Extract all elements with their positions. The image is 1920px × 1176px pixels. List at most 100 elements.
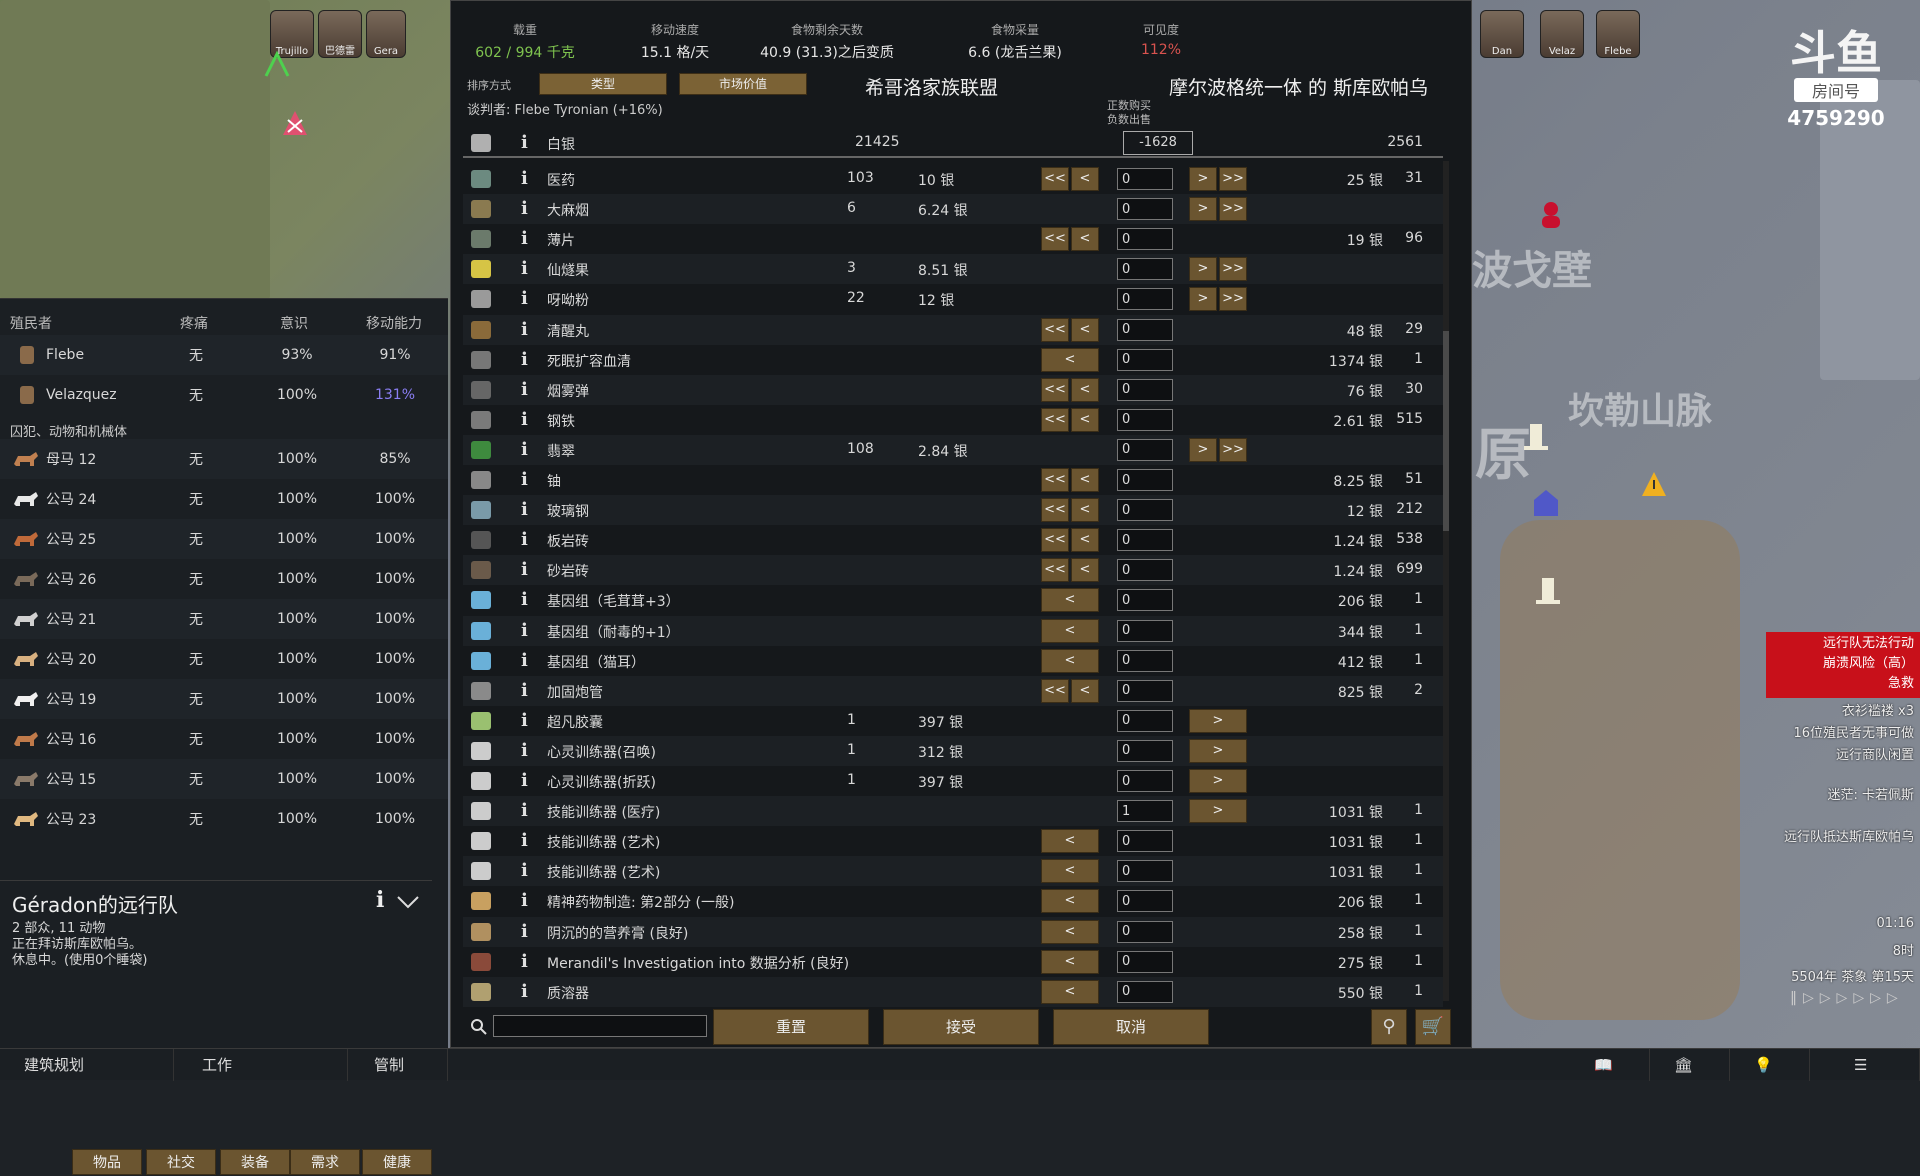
play-icon[interactable]: ▷ xyxy=(1803,990,1820,1006)
animal-row[interactable]: 母马 12 无 100% 85% xyxy=(0,439,448,479)
animal-row[interactable]: 公马 24 无 100% 100% xyxy=(0,479,448,519)
trade-amount-input[interactable] xyxy=(1117,348,1173,371)
info-icon[interactable]: i xyxy=(521,288,528,309)
trade-amount-input[interactable] xyxy=(1117,920,1173,943)
book-icon[interactable]: 📖 xyxy=(1570,1049,1650,1081)
trade-amount-input[interactable] xyxy=(1117,378,1173,401)
sell-all-button[interactable]: << xyxy=(1041,317,1069,342)
animal-row[interactable]: 公马 16 无 100% 100% xyxy=(0,719,448,759)
trade-amount-input[interactable] xyxy=(1117,739,1173,762)
trade-amount-input[interactable] xyxy=(1117,438,1173,461)
sell-all-button[interactable]: << xyxy=(1041,407,1069,432)
trade-amount-input[interactable] xyxy=(1117,228,1173,251)
sell-one-button[interactable]: < xyxy=(1041,648,1099,673)
animal-row[interactable]: 公马 25 无 100% 100% xyxy=(0,519,448,559)
tab-social[interactable]: 社交 xyxy=(146,1149,216,1175)
info-icon[interactable]: i xyxy=(521,981,528,1002)
buy-all-button[interactable]: >> xyxy=(1219,287,1247,312)
collapse-chevron-icon[interactable] xyxy=(396,895,420,909)
info-icon[interactable]: i xyxy=(521,132,528,153)
settlement-marker-icon[interactable] xyxy=(280,108,310,138)
map-pawn-gera[interactable]: Gera xyxy=(366,10,406,58)
fast-icon[interactable]: ▷▷ xyxy=(1820,990,1854,1006)
animal-row[interactable]: 公马 20 无 100% 100% xyxy=(0,639,448,679)
cancel-button[interactable]: 取消 xyxy=(1053,1009,1209,1045)
scrollbar-thumb[interactable] xyxy=(1443,331,1449,531)
cart-icon[interactable]: 🛒 xyxy=(1415,1009,1451,1045)
sell-one-button[interactable]: < xyxy=(1071,468,1099,492)
alert-message[interactable]: 16位殖民者无事可做 xyxy=(1793,722,1914,741)
info-icon[interactable]: i xyxy=(521,319,528,340)
trade-amount-input[interactable] xyxy=(1117,830,1173,853)
trade-amount-input[interactable] xyxy=(1117,619,1173,642)
tab-work[interactable]: 工作 xyxy=(174,1049,348,1081)
sell-one-button[interactable]: < xyxy=(1071,498,1099,523)
map-pawn-flebe[interactable]: Flebe xyxy=(1596,10,1640,58)
tab-gear[interactable]: 装备 xyxy=(220,1149,290,1175)
sell-one-button[interactable]: < xyxy=(1071,407,1099,432)
trade-amount-input[interactable] xyxy=(1117,499,1173,522)
sell-one-button[interactable]: < xyxy=(1071,227,1099,252)
caravan-info-icon[interactable]: i xyxy=(376,887,384,913)
enemy-pawn-icon[interactable] xyxy=(1538,200,1564,230)
trade-amount-input[interactable] xyxy=(1117,709,1173,732)
sell-one-button[interactable]: < xyxy=(1041,949,1099,974)
buy-one-button[interactable]: > xyxy=(1189,167,1217,191)
map-pawn-velaz[interactable]: Velaz xyxy=(1540,10,1584,58)
sell-all-button[interactable]: << xyxy=(1041,227,1069,252)
sell-one-button[interactable]: < xyxy=(1071,678,1099,703)
info-icon[interactable]: i xyxy=(521,650,528,671)
trade-amount-input[interactable] xyxy=(1117,168,1173,190)
buy-one-button[interactable]: > xyxy=(1189,708,1247,733)
animal-row[interactable]: 公马 15 无 100% 100% xyxy=(0,759,448,799)
sort-by-type-button[interactable]: 类型 xyxy=(539,73,667,95)
factions-icon[interactable]: 🏛 xyxy=(1650,1049,1730,1081)
buy-one-button[interactable]: > xyxy=(1189,437,1217,462)
trade-amount-input[interactable] xyxy=(1117,408,1173,431)
sell-all-button[interactable]: << xyxy=(1041,167,1069,191)
warning-marker-icon[interactable] xyxy=(1640,470,1668,498)
superfast-icon[interactable]: ▷▷▷ xyxy=(1853,990,1903,1006)
info-icon[interactable]: i xyxy=(521,710,528,731)
tab-health[interactable]: 健康 xyxy=(362,1149,432,1175)
sell-all-button[interactable]: << xyxy=(1041,678,1069,703)
sell-one-button[interactable]: < xyxy=(1071,377,1099,402)
sell-one-button[interactable]: < xyxy=(1071,528,1099,553)
info-icon[interactable]: i xyxy=(521,559,528,580)
sell-one-button[interactable]: < xyxy=(1041,618,1099,643)
info-icon[interactable]: i xyxy=(521,198,528,219)
info-icon[interactable]: i xyxy=(521,890,528,911)
info-icon[interactable]: i xyxy=(521,529,528,550)
info-icon[interactable]: i xyxy=(521,830,528,851)
trade-amount-input[interactable] xyxy=(1117,860,1173,883)
sell-one-button[interactable]: < xyxy=(1041,347,1099,372)
gift-icon[interactable]: ⚲ xyxy=(1371,1009,1407,1045)
caravan-alert[interactable]: 远行队无法行动 崩溃风险（高） 急救 xyxy=(1766,632,1920,698)
tower-marker-icon[interactable] xyxy=(1534,574,1562,606)
trade-amount-input[interactable] xyxy=(1117,559,1173,582)
reset-button[interactable]: 重置 xyxy=(713,1009,869,1045)
sell-one-button[interactable]: < xyxy=(1041,859,1099,884)
buy-one-button[interactable]: > xyxy=(1189,257,1217,282)
trade-amount-input[interactable] xyxy=(1117,890,1173,913)
animal-row[interactable]: 公马 21 无 100% 100% xyxy=(0,599,448,639)
info-icon[interactable]: i xyxy=(521,258,528,279)
sell-all-button[interactable]: << xyxy=(1041,468,1069,492)
accept-button[interactable]: 接受 xyxy=(883,1009,1039,1045)
trade-amount-input[interactable] xyxy=(1117,258,1173,281)
animal-row[interactable]: 公马 19 无 100% 100% xyxy=(0,679,448,719)
info-icon[interactable]: i xyxy=(521,228,528,249)
sell-all-button[interactable]: << xyxy=(1041,528,1069,553)
tab-architect[interactable]: 建筑规划 xyxy=(0,1049,174,1081)
trade-amount-input[interactable] xyxy=(1117,950,1173,973)
sort-by-value-button[interactable]: 市场价值 xyxy=(679,73,807,95)
trade-amount-input[interactable] xyxy=(1117,469,1173,491)
map-pawn-dan[interactable]: Dan xyxy=(1480,10,1524,58)
tab-restrict[interactable]: 管制 xyxy=(348,1049,448,1081)
buy-one-button[interactable]: > xyxy=(1189,287,1217,312)
sell-one-button[interactable]: < xyxy=(1041,588,1099,613)
sell-one-button[interactable]: < xyxy=(1071,167,1099,191)
buy-one-button[interactable]: > xyxy=(1189,738,1247,763)
info-icon[interactable]: i xyxy=(521,469,528,490)
info-icon[interactable]: i xyxy=(521,379,528,400)
